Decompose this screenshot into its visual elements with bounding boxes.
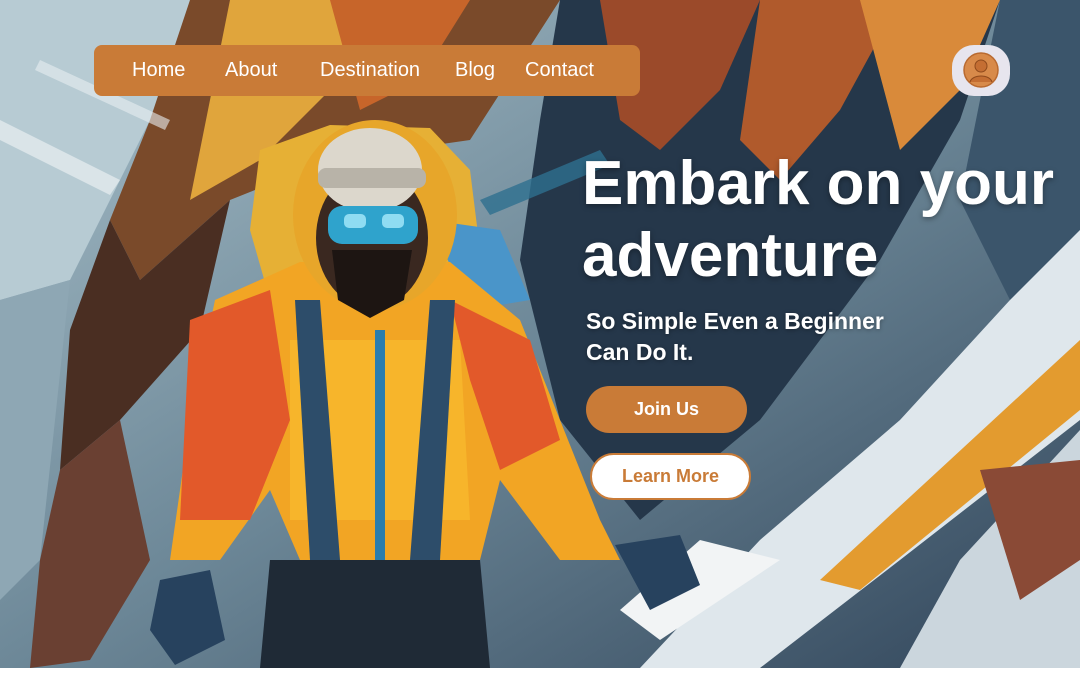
nav-home-link[interactable]: Home xyxy=(132,58,185,82)
learn-more-button[interactable]: Learn More xyxy=(590,453,751,500)
nav-about-link[interactable]: About xyxy=(225,58,277,82)
nav-contact-link[interactable]: Contact xyxy=(525,58,594,82)
nav-destination-link[interactable]: Destination xyxy=(320,58,420,82)
nav-blog-link[interactable]: Blog xyxy=(455,58,495,82)
user-avatar-icon xyxy=(963,52,999,88)
main-nav: Home About Destination Blog Contact xyxy=(94,45,640,96)
hero-headline: Embark on your adventure xyxy=(582,149,1054,290)
join-us-button[interactable]: Join Us xyxy=(586,386,747,433)
hero-subheadline: So Simple Even a Beginner Can Do It. xyxy=(586,308,884,365)
profile-button[interactable] xyxy=(952,45,1010,96)
